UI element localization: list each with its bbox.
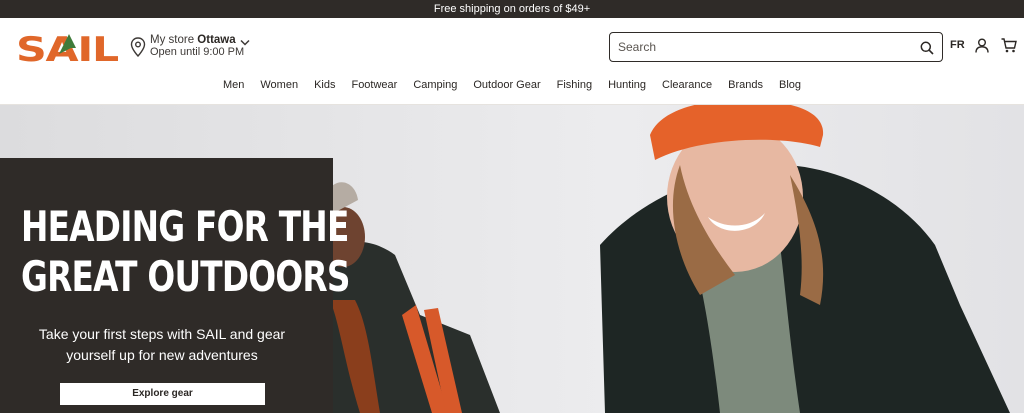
account-icon[interactable] [975,38,989,53]
nav-item-outdoor-gear[interactable]: Outdoor Gear [473,78,540,94]
sail-logo[interactable]: SAIL [16,30,118,64]
nav-item-women[interactable]: Women [260,78,298,94]
explore-gear-button[interactable]: Explore gear [60,383,265,405]
nav-item-brands[interactable]: Brands [728,78,763,94]
nav-item-clearance[interactable]: Clearance [662,78,712,94]
nav-item-fishing[interactable]: Fishing [557,78,592,94]
store-selector[interactable]: My store Ottawa Open until 9:00 PM [130,34,260,62]
store-hours: Open until 9:00 PM [150,46,245,58]
main-nav: Men Women Kids Footwear Camping Outdoor … [0,78,1024,94]
hero-subtitle: Take your first steps with SAIL and gear… [38,326,286,363]
nav-item-kids[interactable]: Kids [314,78,335,94]
promo-text: Free shipping on orders of $49+ [433,3,591,15]
nav-item-blog[interactable]: Blog [779,78,801,94]
language-toggle[interactable]: FR [950,39,965,51]
site-header: SAIL My store Ottawa Open until 9:00 PM … [0,18,1024,105]
store-prefix: My store [150,34,195,46]
chevron-down-icon [240,39,250,46]
location-pin-icon [130,37,146,57]
nav-item-hunting[interactable]: Hunting [608,78,646,94]
nav-item-camping[interactable]: Camping [413,78,457,94]
search-box[interactable] [609,32,943,62]
hero-heading: HEADING FOR THE GREAT OUTDOORS [21,202,350,302]
hero-heading-line-2: GREAT OUTDOORS [21,252,350,301]
nav-item-footwear[interactable]: Footwear [351,78,397,94]
cart-icon[interactable] [1001,38,1017,53]
search-icon[interactable] [920,41,934,55]
hero-banner: HEADING FOR THE GREAT OUTDOORS Take your… [0,105,1024,413]
store-name: Ottawa [197,34,236,46]
hero-text-panel: HEADING FOR THE GREAT OUTDOORS Take your… [0,158,350,413]
nav-item-men[interactable]: Men [223,78,244,94]
search-input[interactable] [618,37,908,57]
hero-heading-line-1: HEADING FOR THE [21,202,349,251]
promo-bar: Free shipping on orders of $49+ [0,0,1024,18]
